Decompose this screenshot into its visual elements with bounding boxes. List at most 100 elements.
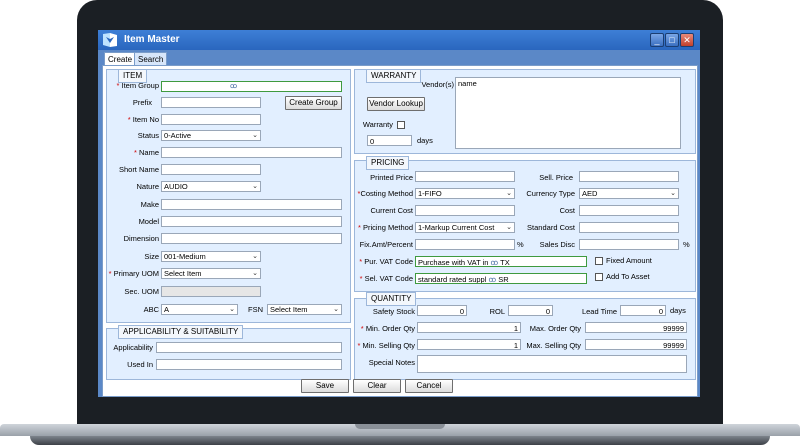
lead-time-input[interactable]: 0 xyxy=(620,305,666,316)
warranty-checkbox[interactable] xyxy=(397,121,405,129)
primary-uom-select[interactable]: Select Item ⌄ xyxy=(161,268,261,279)
standard-cost-input[interactable] xyxy=(579,222,679,233)
lead-time-label: Lead Time xyxy=(581,307,617,316)
safety-stock-input[interactable]: 0 xyxy=(417,305,467,316)
status-select[interactable]: 0-Active ⌄ xyxy=(161,130,261,141)
warranty-days-input[interactable]: 0 xyxy=(367,135,412,146)
special-notes-label: Special Notes xyxy=(368,358,415,367)
special-notes-input[interactable] xyxy=(417,355,687,373)
binoculars-icon[interactable]: ꝏ xyxy=(230,83,240,91)
item-group-input[interactable]: ꝏ xyxy=(161,81,342,92)
chevron-down-icon: ⌄ xyxy=(229,306,235,313)
currency-type-select[interactable]: AED ⌄ xyxy=(579,188,679,199)
pricing-method-label: * Pricing Method xyxy=(357,223,413,232)
nature-label: Nature xyxy=(136,182,159,191)
chevron-down-icon: ⌄ xyxy=(506,190,512,197)
fix-amt-percent-sign: % xyxy=(517,240,524,249)
used-in-label: Used In xyxy=(127,360,153,369)
current-cost-input[interactable] xyxy=(415,205,515,216)
binoculars-icon[interactable]: ꝏ xyxy=(488,275,496,283)
chevron-down-icon: ⌄ xyxy=(252,183,258,190)
fix-amt-input[interactable] xyxy=(415,239,515,250)
min-selling-qty-label: * Min. Selling Qty xyxy=(357,341,415,350)
name-input[interactable] xyxy=(161,147,342,158)
app-window: Item Master _ □ ✕ Create Search ITEM * I… xyxy=(98,30,700,397)
fix-amt-label: Fix.Amt/Percent xyxy=(359,240,413,249)
chevron-down-icon: ⌄ xyxy=(252,253,258,260)
printed-price-input[interactable] xyxy=(415,171,515,182)
sec-uom-label: Sec. UOM xyxy=(124,287,159,296)
vendor-lookup-button[interactable]: Vendor Lookup xyxy=(367,97,425,111)
nature-select[interactable]: AUDIO ⌄ xyxy=(161,181,261,192)
save-button[interactable]: Save xyxy=(301,379,349,393)
vendor-list[interactable]: name xyxy=(455,77,681,149)
size-select[interactable]: 001-Medium ⌄ xyxy=(161,251,261,262)
item-group-label: * Item Group xyxy=(116,81,159,90)
applicability-legend: APPLICABILITY & SUITABILITY xyxy=(118,325,244,339)
rol-input[interactable]: 0 xyxy=(508,305,553,316)
min-selling-qty-input[interactable]: 1 xyxy=(417,339,521,350)
vendors-label: Vendor(s) xyxy=(421,80,454,89)
cost-label: Cost xyxy=(559,206,575,215)
sales-disc-input[interactable] xyxy=(579,239,679,250)
short-name-input[interactable] xyxy=(161,164,261,175)
max-order-qty-input[interactable]: 99999 xyxy=(585,322,687,333)
item-no-label: * Item No xyxy=(127,115,159,124)
max-order-qty-label: Max. Order Qty xyxy=(529,324,581,333)
pur-vat-code-input[interactable]: Purchase with VAT in ꝏ TX xyxy=(415,256,587,267)
form-panel: ITEM * Item Group ꝏ Prefix Create Group … xyxy=(102,65,698,397)
sec-uom-input[interactable] xyxy=(161,286,261,297)
sel-vat-code-label: * Sel. VAT Code xyxy=(359,274,413,283)
chevron-down-icon: ⌄ xyxy=(252,132,258,139)
sel-vat-code-input[interactable]: standard rated suppl ꝏ SR xyxy=(415,273,587,284)
abc-select[interactable]: A ⌄ xyxy=(161,304,238,315)
cancel-button[interactable]: Cancel xyxy=(405,379,453,393)
pur-vat-code-label: * Pur. VAT Code xyxy=(359,257,413,266)
vendor-name: name xyxy=(458,79,477,88)
prefix-label: Prefix xyxy=(132,98,152,107)
fixed-amount-checkbox[interactable] xyxy=(595,257,603,265)
maximize-button[interactable]: □ xyxy=(665,33,679,47)
clear-button[interactable]: Clear xyxy=(353,379,401,393)
dimension-input[interactable] xyxy=(161,233,342,244)
short-name-label: Short Name xyxy=(118,165,159,174)
applicability-input[interactable] xyxy=(156,342,342,353)
create-group-button[interactable]: Create Group xyxy=(285,96,342,110)
lead-time-days-label: days xyxy=(670,306,686,315)
make-input[interactable] xyxy=(161,199,342,210)
close-button[interactable]: ✕ xyxy=(680,33,694,47)
chevron-down-icon: ⌄ xyxy=(252,270,258,277)
prefix-input[interactable] xyxy=(161,97,261,108)
cost-input[interactable] xyxy=(579,205,679,216)
add-to-asset-checkbox[interactable] xyxy=(595,273,603,281)
chevron-down-icon: ⌄ xyxy=(506,224,512,231)
chevron-down-icon: ⌄ xyxy=(670,190,676,197)
pricing-method-select[interactable]: 1-Markup Current Cost ⌄ xyxy=(415,222,515,233)
currency-type-label: Currency Type xyxy=(526,189,575,198)
model-input[interactable] xyxy=(161,216,342,227)
tab-search[interactable]: Search xyxy=(134,52,168,66)
max-selling-qty-input[interactable]: 99999 xyxy=(585,339,687,350)
rol-label: ROL xyxy=(489,307,505,316)
fsn-select[interactable]: Select Item ⌄ xyxy=(267,304,342,315)
minimize-button[interactable]: _ xyxy=(650,33,664,47)
costing-method-select[interactable]: 1-FIFO ⌄ xyxy=(415,188,515,199)
binoculars-icon[interactable]: ꝏ xyxy=(491,258,499,266)
quantity-legend: QUANTITY xyxy=(366,292,417,306)
pricing-legend: PRICING xyxy=(366,156,410,170)
chevron-down-icon: ⌄ xyxy=(333,306,339,313)
status-label: Status xyxy=(137,131,159,140)
make-label: Make xyxy=(140,200,159,209)
min-order-qty-input[interactable]: 1 xyxy=(417,322,521,333)
add-to-asset-label: Add To Asset xyxy=(606,272,650,281)
used-in-input[interactable] xyxy=(156,359,342,370)
current-cost-label: Current Cost xyxy=(370,206,413,215)
warranty-days-label: days xyxy=(417,136,433,145)
min-order-qty-label: * Min. Order Qty xyxy=(360,324,415,333)
warranty-label: Warranty xyxy=(362,120,393,129)
size-label: Size xyxy=(144,252,159,261)
sell-price-input[interactable] xyxy=(579,171,679,182)
item-no-input[interactable] xyxy=(161,114,261,125)
dimension-label: Dimension xyxy=(123,234,159,243)
standard-cost-label: Standard Cost xyxy=(527,223,575,232)
